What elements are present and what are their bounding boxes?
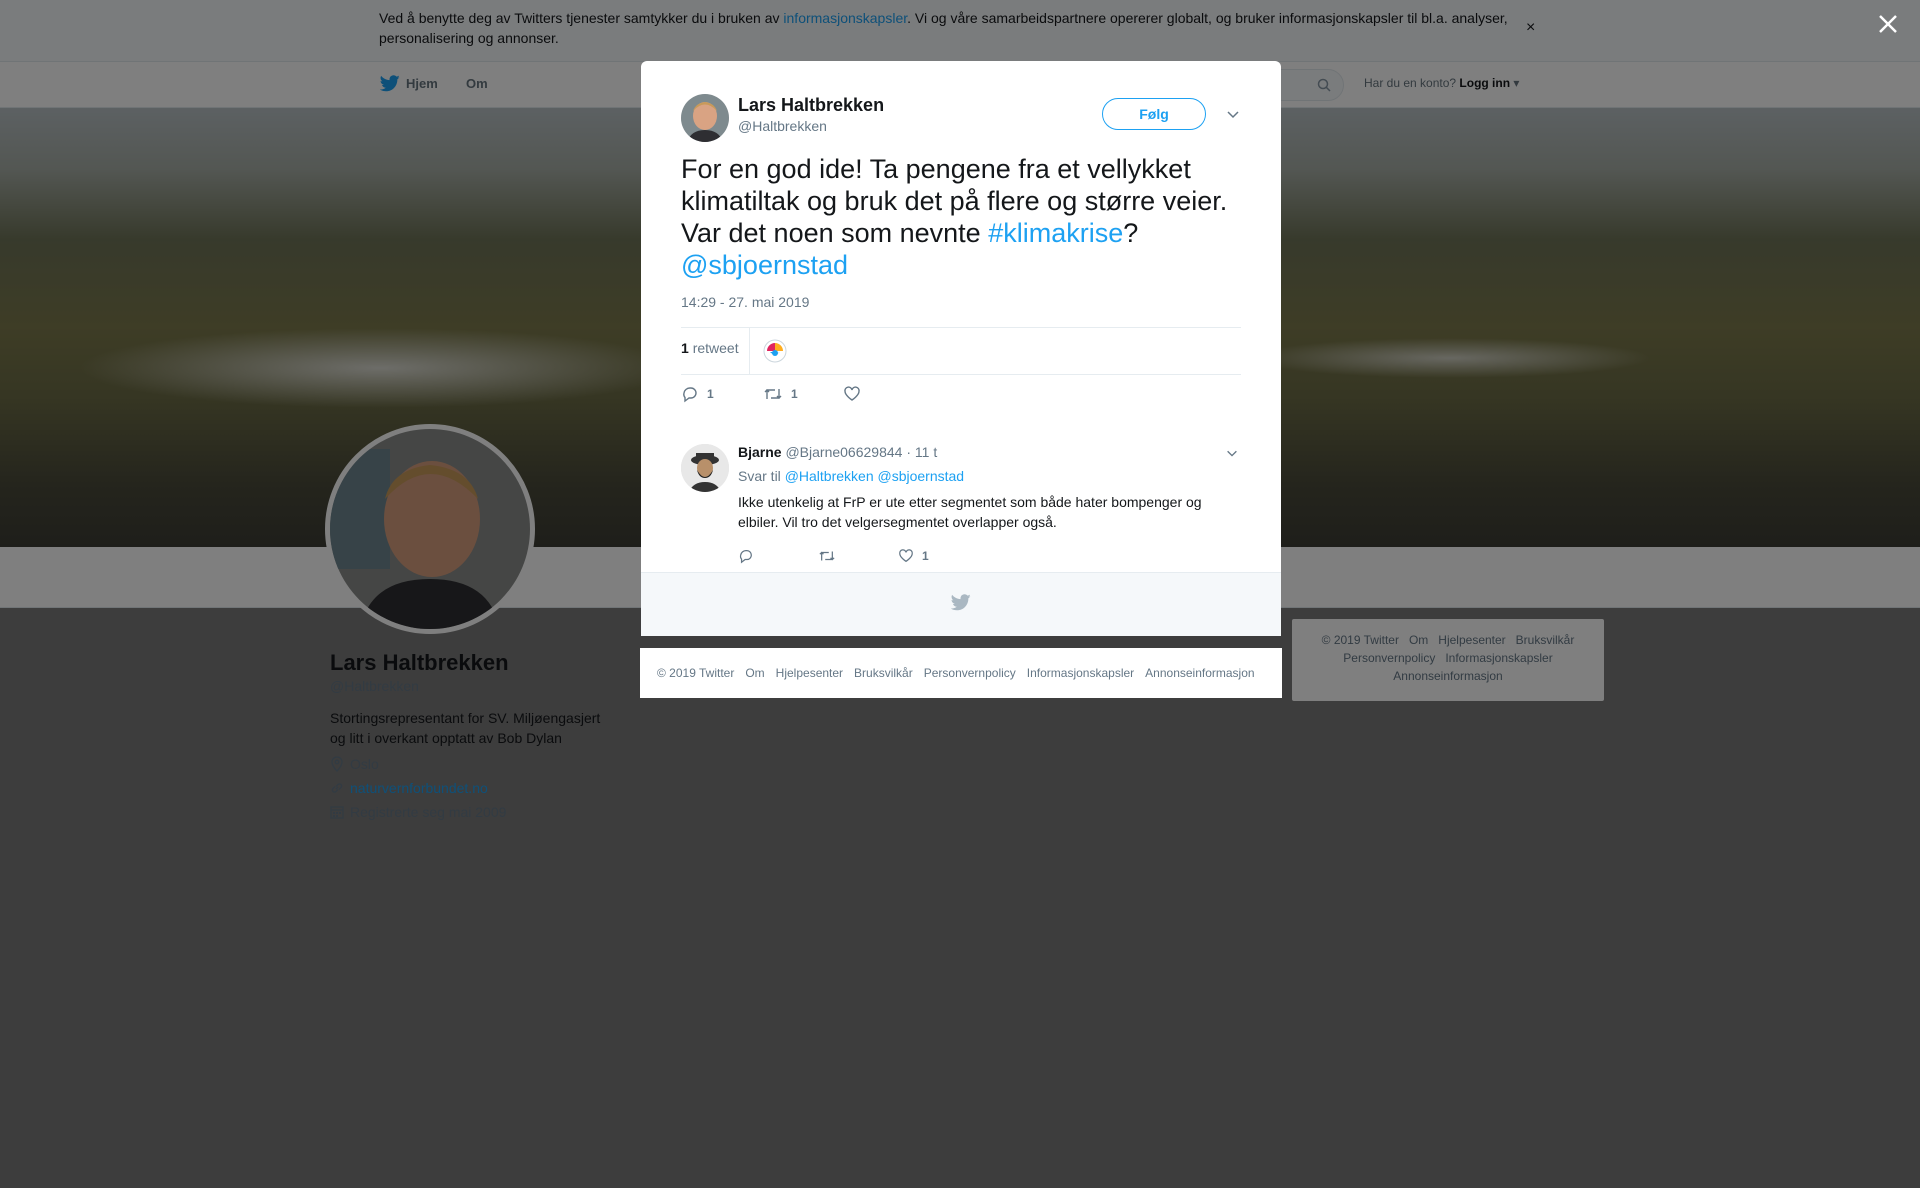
reply-time[interactable]: · 11 t <box>906 444 937 460</box>
tweet-header: Lars Haltbrekken @Haltbrekken Følg <box>681 93 1241 143</box>
heart-icon <box>844 386 860 401</box>
reply-button[interactable] <box>738 548 754 564</box>
footer-link-om[interactable]: Om <box>745 666 764 680</box>
reply-header: Bjarne @Bjarne06629844 · 11 t <box>738 444 937 460</box>
modal-footer: © 2019 Twitter Om Hjelpesenter Bruksvilk… <box>640 648 1282 698</box>
footer-link-cookies[interactable]: Informasjonskapsler <box>1027 666 1134 680</box>
tweet-text: For en god ide! Ta pengene fra et vellyk… <box>681 154 1228 280</box>
reply-button[interactable]: 1 <box>681 385 714 403</box>
reply-to-mention[interactable]: @Haltbrekken <box>785 468 874 484</box>
author-handle[interactable]: @Haltbrekken <box>738 118 827 134</box>
reply-text: Ikke utenkelig at FrP er ute etter segme… <box>738 494 1202 530</box>
chevron-down-icon[interactable] <box>1225 106 1241 122</box>
retweeter-avatar[interactable] <box>763 339 787 363</box>
author-name[interactable]: Lars Haltbrekken <box>738 95 884 116</box>
follow-button[interactable]: Følg <box>1102 98 1206 130</box>
reply-to-line: Svar til @Haltbrekken @sbjoernstad <box>738 468 965 484</box>
mention-link[interactable]: @sbjoernstad <box>681 250 848 280</box>
footer-link-ads[interactable]: Annonseinformasjon <box>1145 666 1254 680</box>
tweet-actions: 1 1 <box>681 381 1241 411</box>
reply-to-mention[interactable]: @sbjoernstad <box>878 468 965 484</box>
hashtag-link[interactable]: #klimakrise <box>988 218 1123 248</box>
twitter-bird-icon <box>951 594 971 611</box>
tweet-stats: 1 retweet <box>681 327 1241 375</box>
retweet-stat[interactable]: 1 retweet <box>681 340 739 356</box>
retweet-icon <box>819 551 835 561</box>
heart-icon <box>899 549 913 563</box>
retweet-button[interactable]: 1 <box>763 385 798 403</box>
like-button[interactable] <box>843 385 861 403</box>
tweet-modal: Lars Haltbrekken @Haltbrekken Følg For e… <box>641 61 1281 636</box>
close-icon[interactable] <box>1874 10 1902 38</box>
reply-actions: 1 <box>738 544 1138 566</box>
reply-author-avatar[interactable] <box>681 444 729 492</box>
stats-divider <box>749 328 750 374</box>
footer-link-privacy[interactable]: Personvernpolicy <box>924 666 1016 680</box>
like-button[interactable]: 1 <box>898 548 929 564</box>
reply-tweet[interactable]: Bjarne @Bjarne06629844 · 11 t Svar til @… <box>681 444 1241 564</box>
retweet-icon <box>764 389 782 399</box>
author-avatar[interactable] <box>681 94 729 142</box>
tweet-timestamp[interactable]: 14:29 - 27. mai 2019 <box>681 294 809 310</box>
chevron-down-icon[interactable] <box>1225 446 1239 460</box>
reply-author-handle[interactable]: @Bjarne06629844 <box>785 444 902 460</box>
reply-author-name[interactable]: Bjarne <box>738 444 782 460</box>
modal-bottom-bar <box>641 572 1281 636</box>
reply-icon <box>739 550 752 564</box>
retweet-button[interactable] <box>818 548 836 564</box>
footer-link-terms[interactable]: Bruksvilkår <box>854 666 913 680</box>
footer-copyright: © 2019 Twitter <box>657 666 735 680</box>
footer-link-help[interactable]: Hjelpesenter <box>776 666 843 680</box>
reply-icon <box>683 387 697 403</box>
